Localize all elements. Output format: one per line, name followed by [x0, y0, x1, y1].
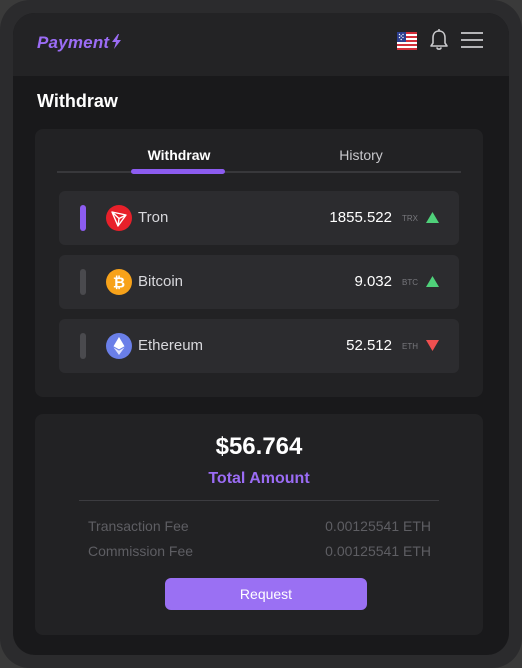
- device-frame: Payment Withdraw Withdraw History Tron 1…: [0, 0, 522, 668]
- lightning-bolt-icon: [112, 34, 121, 49]
- active-tab-indicator: [131, 169, 225, 174]
- page-title: Withdraw: [37, 91, 118, 111]
- transaction-fee-value: 0.00125541 ETH: [325, 518, 431, 534]
- selection-bar: [80, 269, 86, 295]
- bitcoin-icon: ₿: [106, 269, 132, 295]
- tab-divider: [57, 171, 461, 173]
- coin-amount: 9.032: [354, 273, 392, 290]
- trend-down-icon: [426, 340, 439, 351]
- trend-up-icon: [426, 276, 439, 287]
- summary-panel: $56.764 Total Amount Transaction Fee 0.0…: [35, 414, 483, 635]
- app-logo[interactable]: Payment: [37, 33, 121, 53]
- us-flag-icon[interactable]: [397, 32, 417, 50]
- top-bar: Payment: [13, 13, 509, 76]
- coin-row-tron[interactable]: Tron 1855.522 TRX: [59, 191, 459, 245]
- transaction-fee-label: Transaction Fee: [88, 518, 189, 534]
- coin-row-bitcoin[interactable]: ₿ Bitcoin 9.032 BTC: [59, 255, 459, 309]
- coin-name: Ethereum: [138, 337, 204, 354]
- selection-bar: [80, 205, 86, 231]
- coin-name: Tron: [138, 209, 169, 226]
- coin-symbol: TRX: [402, 214, 418, 223]
- withdraw-panel: Withdraw History Tron 1855.522 TRX ₿ Bit…: [35, 129, 483, 397]
- request-button[interactable]: Request: [165, 578, 367, 610]
- total-amount-label: Total Amount: [208, 470, 310, 487]
- tron-icon: [106, 205, 132, 231]
- selection-bar: [80, 333, 86, 359]
- total-amount: $56.764: [215, 433, 303, 460]
- tab-withdraw[interactable]: Withdraw: [131, 147, 227, 163]
- ethereum-icon: [106, 333, 132, 359]
- menu-icon[interactable]: [461, 31, 483, 49]
- svg-text:₿: ₿: [113, 274, 125, 292]
- coin-name: Bitcoin: [138, 273, 184, 290]
- trend-up-icon: [426, 212, 439, 223]
- commission-fee-label: Commission Fee: [88, 543, 194, 559]
- app-screen: Payment Withdraw Withdraw History Tron 1…: [13, 13, 509, 655]
- logo-text: Payment: [37, 33, 110, 52]
- coin-row-ethereum[interactable]: Ethereum 52.512 ETH: [59, 319, 459, 373]
- coin-symbol: BTC: [402, 278, 418, 287]
- divider: [79, 500, 439, 501]
- coin-amount: 52.512: [346, 337, 392, 354]
- tab-history[interactable]: History: [313, 147, 409, 163]
- coin-amount: 1855.522: [329, 209, 392, 226]
- commission-fee-value: 0.00125541 ETH: [325, 543, 431, 559]
- coin-symbol: ETH: [402, 342, 418, 351]
- bell-icon[interactable]: [429, 29, 449, 51]
